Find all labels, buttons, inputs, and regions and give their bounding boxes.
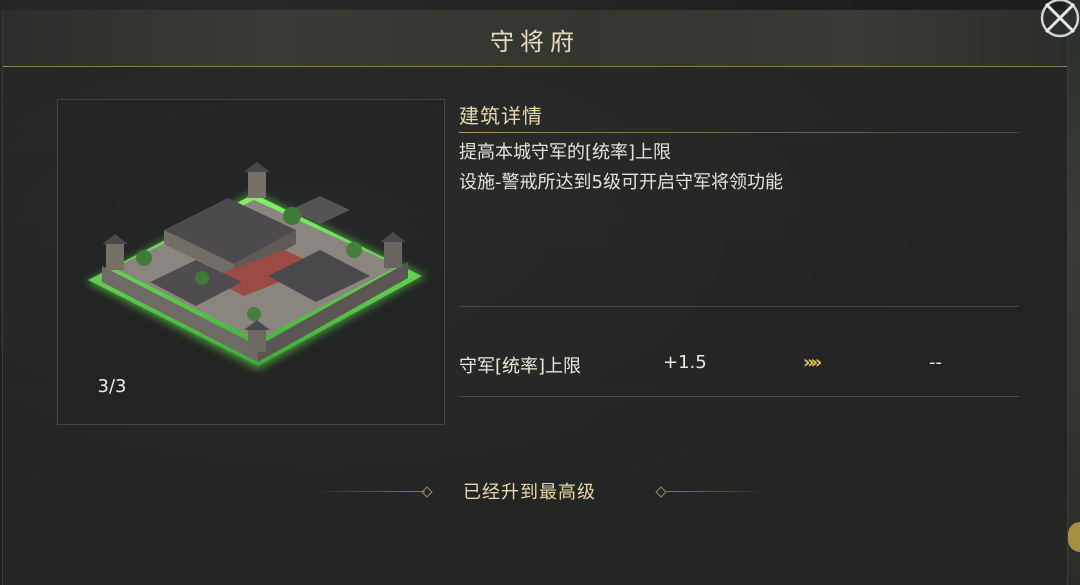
- stat-next-value: --: [929, 352, 942, 373]
- panel-header: 守将府: [3, 10, 1067, 67]
- close-button[interactable]: [1038, 0, 1080, 42]
- decor-line-right: [667, 491, 767, 492]
- tower-left-roof: [102, 234, 128, 244]
- decor-diamond-right: [655, 486, 667, 498]
- section-underline: [459, 132, 1019, 133]
- tower-top: [248, 170, 266, 198]
- tree: [283, 207, 301, 225]
- stat-current-value: +1.5: [663, 352, 707, 373]
- max-level-text: 已经升到最高级: [463, 482, 596, 503]
- max-level-banner: 已经升到最高级: [313, 478, 773, 504]
- stat-label: 守军[统率]上限: [459, 356, 582, 377]
- building-level: 3/3: [97, 376, 127, 397]
- decor-line-left: [313, 491, 425, 492]
- building-illustration: [86, 162, 426, 370]
- close-icon: [1040, 0, 1080, 38]
- decor-diamond-left: [421, 486, 433, 498]
- panel-title: 守将府: [490, 28, 580, 56]
- tower-left: [106, 242, 124, 270]
- side-tab[interactable]: [1068, 522, 1080, 552]
- tree: [195, 271, 209, 285]
- game-screen: 守将府 3/3 建筑详情 提高本城守军的[统率]上限 设施-警戒所达到5级可开启…: [0, 0, 1080, 585]
- tree: [247, 307, 261, 321]
- section-title: 建筑详情: [459, 104, 543, 128]
- description-line-1: 提高本城守军的[统率]上限: [459, 142, 672, 163]
- tree: [136, 250, 152, 266]
- tree: [346, 242, 362, 258]
- tower-top-roof: [244, 162, 270, 172]
- building-info-panel: 守将府 3/3 建筑详情 提高本城守军的[统率]上限 设施-警戒所达到5级可开启…: [2, 10, 1068, 585]
- description-line-2: 设施-警戒所达到5级可开启守军将领功能: [459, 172, 783, 193]
- tower-right-roof: [380, 232, 406, 242]
- tower-bottom: [248, 328, 266, 352]
- upgrade-arrow-icon: »»: [803, 352, 822, 373]
- tower-right: [384, 240, 402, 268]
- stat-divider-bottom: [459, 396, 1019, 397]
- stat-divider-top: [459, 306, 1019, 307]
- side-scenery: [1066, 0, 1080, 585]
- building-image-frame: 3/3: [57, 99, 445, 425]
